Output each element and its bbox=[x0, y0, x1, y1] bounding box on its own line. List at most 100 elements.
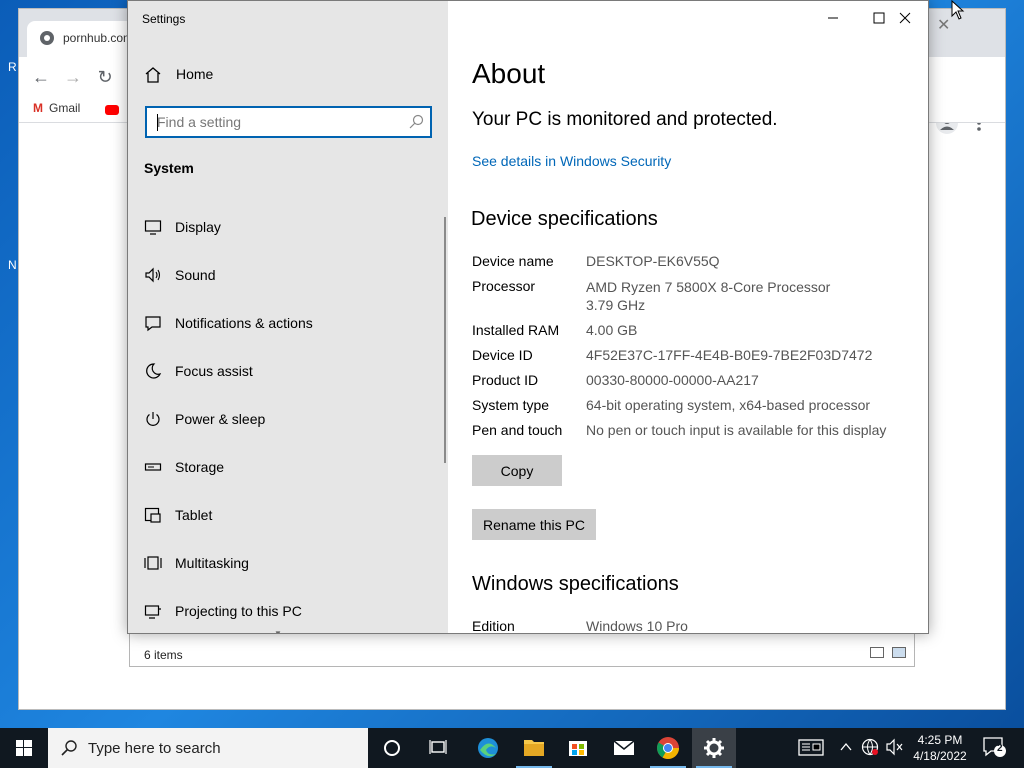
spec-label-product-id: Product ID bbox=[472, 372, 539, 388]
windows-specs-heading: Windows specifications bbox=[472, 573, 679, 595]
reload-icon[interactable]: ↻ bbox=[95, 67, 115, 87]
desktop-icon-fragment[interactable]: R bbox=[8, 60, 17, 74]
nav-home[interactable]: Home bbox=[144, 63, 424, 87]
clock-date: 4/18/2022 bbox=[913, 749, 967, 763]
chrome-close-icon[interactable]: ✕ bbox=[937, 15, 950, 35]
nav-item-label: Sound bbox=[175, 267, 216, 283]
spec-value-device-id: 4F52E37C-17FF-4E4B-B0E9-7BE2F03D7472 bbox=[586, 347, 873, 363]
youtube-icon[interactable] bbox=[105, 105, 119, 115]
notification-count-badge: 2 bbox=[997, 743, 1003, 754]
about-content: About Your PC is monitored and protected… bbox=[448, 1, 928, 634]
nav-item-label: Multitasking bbox=[175, 555, 249, 571]
section-title: System bbox=[144, 160, 194, 176]
nav-item-display[interactable]: Display bbox=[128, 205, 446, 249]
spec-label-pen-touch: Pen and touch bbox=[472, 422, 563, 438]
tablet-icon bbox=[144, 507, 161, 523]
home-icon bbox=[145, 67, 161, 83]
nav-item-label: Storage bbox=[175, 459, 225, 475]
task-view-button[interactable] bbox=[416, 728, 460, 768]
taskbar-mail[interactable] bbox=[602, 728, 646, 768]
settings-window: Settings Home System Display Sound Notif… bbox=[127, 0, 929, 634]
taskbar: Type here to search 4:25 PM 4/18/2022 2 bbox=[0, 728, 1024, 768]
nav-item-label: Power & sleep bbox=[175, 411, 266, 427]
taskbar-chrome[interactable] bbox=[646, 728, 690, 768]
spec-value-ram: 4.00 GB bbox=[586, 322, 638, 338]
copy-button[interactable]: Copy bbox=[472, 455, 562, 486]
chrome-tab-title: pornhub.com bbox=[63, 31, 134, 45]
chevron-up-icon[interactable] bbox=[840, 738, 852, 759]
spec-label-ram: Installed RAM bbox=[472, 322, 560, 338]
task-view-icon bbox=[429, 740, 447, 754]
bookmark-gmail[interactable]: M Gmail bbox=[33, 101, 80, 115]
spec-value-product-id: 00330-80000-00000-AA217 bbox=[586, 372, 759, 388]
search-icon bbox=[61, 740, 77, 756]
forward-arrow-icon[interactable]: → bbox=[63, 67, 83, 87]
spec-label-edition: Edition bbox=[472, 618, 515, 634]
spec-value-system-type: 64-bit operating system, x64-based proce… bbox=[586, 397, 871, 413]
search-input[interactable] bbox=[157, 113, 397, 131]
cortana-button[interactable] bbox=[370, 728, 414, 768]
taskbar-file-explorer[interactable] bbox=[512, 728, 556, 768]
spec-value-pen-touch: No pen or touch input is available for t… bbox=[586, 422, 887, 438]
notifications-icon bbox=[145, 316, 161, 332]
page-title: About bbox=[472, 58, 546, 89]
minimize-icon[interactable] bbox=[810, 7, 856, 29]
start-button[interactable] bbox=[0, 728, 48, 768]
chrome-icon bbox=[657, 737, 679, 759]
action-center-icon[interactable]: 2 bbox=[982, 736, 1006, 761]
explorer-status-text: 6 items bbox=[144, 648, 183, 662]
storage-icon bbox=[144, 463, 162, 471]
spec-label-device-name: Device name bbox=[472, 253, 554, 269]
gmail-icon: M bbox=[33, 101, 43, 115]
clock-time: 4:25 PM bbox=[917, 733, 963, 747]
mail-icon bbox=[613, 740, 635, 755]
multitasking-icon bbox=[144, 556, 162, 570]
nav-item-label: Projecting to this PC bbox=[175, 603, 302, 619]
windows-security-link[interactable]: See details in Windows Security bbox=[472, 153, 671, 169]
nav-item-label: Notifications & actions bbox=[175, 315, 313, 331]
globe-icon bbox=[40, 31, 54, 45]
spec-value-processor: AMD Ryzen 7 5800X 8-Core Processor bbox=[586, 279, 831, 295]
settings-sidebar: Settings Home System Display Sound Notif… bbox=[128, 1, 448, 633]
gear-icon bbox=[704, 738, 724, 758]
search-icon[interactable] bbox=[408, 114, 424, 130]
display-icon bbox=[144, 220, 162, 235]
taskbar-search-box[interactable]: Type here to search bbox=[48, 728, 368, 768]
spec-label-device-id: Device ID bbox=[472, 347, 533, 363]
nav-item-projecting[interactable]: Projecting to this PC bbox=[128, 589, 446, 633]
taskbar-store[interactable] bbox=[556, 728, 600, 768]
moon-icon bbox=[146, 363, 162, 379]
cortana-icon bbox=[384, 740, 400, 756]
nav-item-label: Display bbox=[175, 219, 221, 235]
taskbar-edge[interactable] bbox=[466, 728, 510, 768]
taskbar-clock[interactable]: 4:25 PM 4/18/2022 bbox=[908, 732, 972, 764]
network-icon[interactable] bbox=[861, 738, 879, 759]
rename-pc-button[interactable]: Rename this PC bbox=[472, 509, 596, 540]
details-view-icon[interactable] bbox=[870, 647, 884, 658]
nav-item-label: Tablet bbox=[175, 507, 213, 523]
news-interests-icon[interactable] bbox=[798, 737, 824, 760]
mouse-cursor-icon bbox=[951, 0, 965, 20]
sidebar-scrollbar[interactable] bbox=[444, 217, 446, 463]
nav-item-storage[interactable]: Storage bbox=[128, 445, 446, 489]
scroll-down-arrow-icon[interactable]: ▼ bbox=[274, 629, 282, 633]
nav-item-notifications[interactable]: Notifications & actions bbox=[128, 301, 446, 345]
window-title: Settings bbox=[142, 12, 186, 26]
settings-search bbox=[145, 106, 432, 138]
desktop-icon-fragment[interactable]: N bbox=[8, 258, 17, 272]
spec-value-device-name: DESKTOP-EK6V55Q bbox=[586, 253, 720, 269]
nav-item-sound[interactable]: Sound bbox=[128, 253, 446, 297]
taskbar-settings[interactable] bbox=[692, 728, 736, 768]
large-icons-view-icon[interactable] bbox=[892, 647, 906, 658]
nav-item-multitasking[interactable]: Multitasking bbox=[128, 541, 446, 585]
nav-item-power-sleep[interactable]: Power & sleep bbox=[128, 397, 446, 441]
projector-icon bbox=[144, 605, 161, 619]
nav-item-tablet[interactable]: Tablet bbox=[128, 493, 446, 537]
nav-item-focus-assist[interactable]: Focus assist bbox=[128, 349, 446, 393]
sound-icon bbox=[145, 267, 161, 283]
volume-muted-icon[interactable] bbox=[885, 738, 905, 759]
back-arrow-icon[interactable]: ← bbox=[31, 67, 51, 87]
spec-label-processor: Processor bbox=[472, 278, 536, 294]
close-icon[interactable] bbox=[882, 7, 928, 29]
protection-status: Your PC is monitored and protected. bbox=[472, 109, 778, 130]
